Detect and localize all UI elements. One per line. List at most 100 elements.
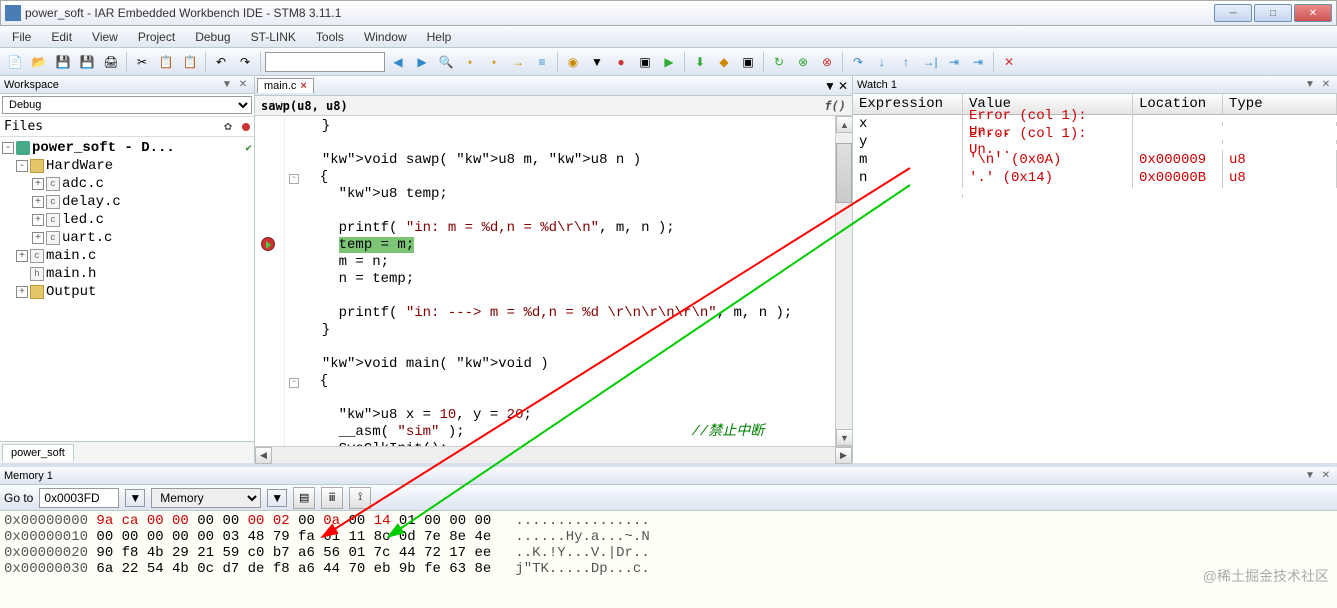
- step-into-icon[interactable]: ↓: [871, 51, 893, 73]
- watch-add-row[interactable]: [853, 187, 1337, 205]
- bookmark-icon[interactable]: ≡: [531, 51, 553, 73]
- make-icon[interactable]: ◉: [562, 51, 584, 73]
- breakpoint-icon[interactable]: [261, 237, 275, 251]
- scrollbar-vertical[interactable]: ▲ ▼: [835, 116, 852, 446]
- memory-goto-input[interactable]: [39, 488, 119, 508]
- tree-toggle[interactable]: +: [16, 286, 28, 298]
- scroll-down-icon[interactable]: ▼: [836, 429, 852, 446]
- mem-ruler-icon[interactable]: ⟟: [349, 487, 371, 509]
- tree-item[interactable]: +cmain.c: [2, 247, 252, 265]
- menu-tools[interactable]: Tools: [306, 28, 354, 46]
- watch-body[interactable]: xError (col 1): Un...yError (col 1): Un.…: [853, 115, 1337, 463]
- goto-icon[interactable]: →: [507, 51, 529, 73]
- step-out-icon[interactable]: ↑: [895, 51, 917, 73]
- panel-close-icon[interactable]: ✕: [236, 78, 250, 92]
- find-prev-icon[interactable]: ⋆: [459, 51, 481, 73]
- tab-close-icon[interactable]: ×: [300, 80, 306, 92]
- panel-dropdown-icon[interactable]: ▼: [1303, 78, 1317, 92]
- watch-header-loc[interactable]: Location: [1133, 94, 1223, 114]
- memory-body[interactable]: 0x00000000 9a ca 00 00 00 00 00 02 00 0a…: [0, 511, 1337, 608]
- watch-header-type[interactable]: Type: [1223, 94, 1337, 114]
- flash-icon[interactable]: ◆: [713, 51, 735, 73]
- open-icon[interactable]: 📂: [28, 51, 50, 73]
- tree-item[interactable]: +cuart.c: [2, 229, 252, 247]
- menu-edit[interactable]: Edit: [41, 28, 82, 46]
- menu-st-link[interactable]: ST-LINK: [241, 28, 306, 46]
- stop-debug-icon[interactable]: ✕: [998, 51, 1020, 73]
- tree-item[interactable]: +Output: [2, 283, 252, 301]
- search-icon[interactable]: 🔍: [435, 51, 457, 73]
- memory-row[interactable]: 0x00000030 6a 22 54 4b 0c d7 de f8 a6 44…: [4, 561, 1333, 577]
- nav-back-icon[interactable]: ◀: [387, 51, 409, 73]
- context-label[interactable]: sawp(u8, u8): [261, 99, 348, 113]
- stop-icon[interactable]: ⊗: [792, 51, 814, 73]
- tree-toggle[interactable]: +: [32, 196, 44, 208]
- tree-item[interactable]: +cadc.c: [2, 175, 252, 193]
- watch-row[interactable]: n'.' (0x14)0x00000Bu8: [853, 169, 1337, 187]
- menu-project[interactable]: Project: [128, 28, 185, 46]
- break-icon[interactable]: ⊗: [816, 51, 838, 73]
- reset-icon[interactable]: ↻: [768, 51, 790, 73]
- new-file-icon[interactable]: 📄: [4, 51, 26, 73]
- erase-icon[interactable]: ▣: [737, 51, 759, 73]
- workspace-tab[interactable]: power_soft: [2, 444, 74, 461]
- memory-row[interactable]: 0x00000000 9a ca 00 00 00 00 00 02 00 0a…: [4, 513, 1333, 529]
- tree-toggle[interactable]: +: [16, 250, 28, 262]
- panel-close-icon[interactable]: ✕: [1319, 78, 1333, 92]
- copy-icon[interactable]: 📋: [155, 51, 177, 73]
- scroll-up-icon[interactable]: ▲: [836, 116, 852, 133]
- cut-icon[interactable]: ✂: [131, 51, 153, 73]
- scroll-right-icon[interactable]: ▶: [835, 447, 852, 464]
- gear-icon[interactable]: ✿: [224, 119, 232, 134]
- print-icon[interactable]: 🖨: [100, 51, 122, 73]
- menu-window[interactable]: Window: [354, 28, 417, 46]
- build-icon[interactable]: ▣: [634, 51, 656, 73]
- step-over-icon[interactable]: ↷: [847, 51, 869, 73]
- paste-icon[interactable]: 📋: [179, 51, 201, 73]
- tree-toggle[interactable]: +: [32, 232, 44, 244]
- compile-icon[interactable]: ▼: [586, 51, 608, 73]
- search-input[interactable]: [265, 52, 385, 72]
- menu-debug[interactable]: Debug: [185, 28, 240, 46]
- editor-tab[interactable]: main.c ×: [257, 78, 314, 93]
- code-editor[interactable]: } "kw">void sawp( "kw">u8 m, "kw">u8 n )…: [285, 116, 835, 446]
- tree-toggle[interactable]: +: [32, 214, 44, 226]
- maximize-button[interactable]: □: [1254, 4, 1292, 22]
- mem-width-icon[interactable]: ▤: [293, 487, 315, 509]
- save-all-icon[interactable]: 💾: [76, 51, 98, 73]
- mem-dropdown-icon[interactable]: ▼: [267, 489, 287, 507]
- undo-icon[interactable]: ↶: [210, 51, 232, 73]
- debug-icon[interactable]: ▶: [658, 51, 680, 73]
- scroll-thumb[interactable]: [836, 143, 852, 203]
- panel-close-icon[interactable]: ✕: [1319, 469, 1333, 483]
- go-icon[interactable]: ⇥: [943, 51, 965, 73]
- memory-space-select[interactable]: Memory: [151, 488, 261, 508]
- panel-dropdown-icon[interactable]: ▼: [220, 78, 234, 92]
- toggle-bp-icon[interactable]: ●: [610, 51, 632, 73]
- nav-fwd-icon[interactable]: ▶: [411, 51, 433, 73]
- download-icon[interactable]: ⬇: [689, 51, 711, 73]
- goto-dropdown-icon[interactable]: ▼: [125, 489, 145, 507]
- mem-cols-icon[interactable]: ⅲ: [321, 487, 343, 509]
- scroll-left-icon[interactable]: ◀: [255, 447, 272, 464]
- tab-dropdown-icon[interactable]: ▼: [824, 79, 836, 93]
- tree-item[interactable]: +cled.c: [2, 211, 252, 229]
- tree-toggle[interactable]: +: [32, 178, 44, 190]
- find-next-icon[interactable]: ⋆: [483, 51, 505, 73]
- tree-item[interactable]: hmain.h: [2, 265, 252, 283]
- tree-toggle[interactable]: -: [16, 160, 28, 172]
- tree-item[interactable]: +cdelay.c: [2, 193, 252, 211]
- memory-row[interactable]: 0x00000010 00 00 00 00 00 03 48 79 fa 61…: [4, 529, 1333, 545]
- watch-header-expr[interactable]: Expression: [853, 94, 963, 114]
- config-select[interactable]: Debug: [2, 96, 252, 114]
- run-to-cursor-icon[interactable]: →|: [919, 51, 941, 73]
- menu-help[interactable]: Help: [417, 28, 462, 46]
- menu-file[interactable]: File: [2, 28, 41, 46]
- save-icon[interactable]: 💾: [52, 51, 74, 73]
- go2-icon[interactable]: ⇥: [967, 51, 989, 73]
- tree-toggle[interactable]: -: [2, 142, 14, 154]
- close-button[interactable]: ✕: [1294, 4, 1332, 22]
- redo-icon[interactable]: ↷: [234, 51, 256, 73]
- gutter[interactable]: [255, 116, 285, 446]
- scrollbar-horizontal[interactable]: ◀ ▶: [255, 446, 852, 463]
